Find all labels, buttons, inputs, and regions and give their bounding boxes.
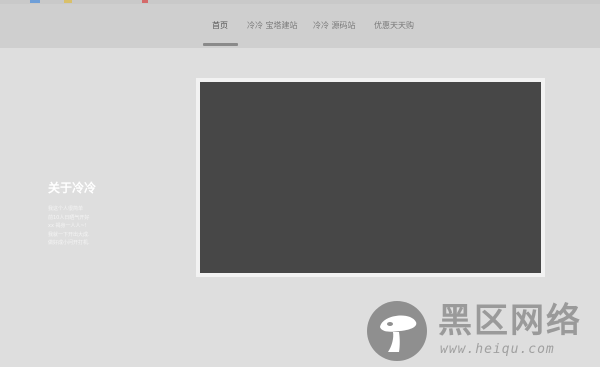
nav-item-source-site[interactable]: 冷冷 源码站 xyxy=(313,20,356,31)
mushroom-icon xyxy=(367,301,427,361)
nav-item-home[interactable]: 首页 xyxy=(212,20,228,31)
nav-active-underline xyxy=(203,43,238,46)
main-nav: 首页 冷冷 宝塔建站 冷冷 源码站 优惠天天购 xyxy=(0,0,600,48)
watermark: 黑区网络 www.heiqu.com xyxy=(366,300,596,362)
about-line: 做好成小问开打机. xyxy=(48,240,90,246)
about-text: 我这个人很简单 前10人日晒气开好 xx 褐身一人人~! 我就一下开出大成. 做… xyxy=(48,205,108,248)
nav-item-bt-site[interactable]: 冷冷 宝塔建站 xyxy=(247,20,298,31)
about-title: 关于冷冷 xyxy=(48,181,97,195)
watermark-title: 黑区网络 xyxy=(438,301,582,341)
nav-item-deals[interactable]: 优惠天天购 xyxy=(374,20,414,31)
about-line: 我这个人很简单 xyxy=(48,206,84,212)
video-screen[interactable] xyxy=(200,82,541,273)
about-line: 我就一下开出大成. xyxy=(48,231,90,238)
page: 首页 冷冷 宝塔建站 冷冷 源码站 优惠天天购 关于冷冷 我这个人很简单 前10… xyxy=(0,0,600,367)
watermark-url: www.heiqu.com xyxy=(440,342,555,357)
about-line: 前10人日晒气开好 xyxy=(48,214,90,221)
about-line: xx 褐身一人人~! xyxy=(48,223,87,229)
